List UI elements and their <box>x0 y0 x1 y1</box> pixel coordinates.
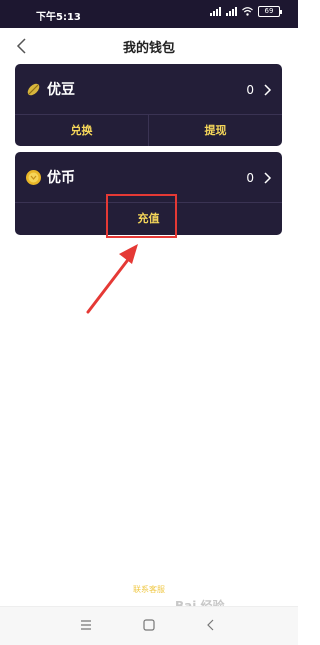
home-icon[interactable] <box>141 617 157 633</box>
youdou-amount: 0 <box>246 83 254 97</box>
arrow-annotation <box>86 244 138 314</box>
youdou-row[interactable]: 优豆 0 <box>15 64 282 114</box>
back-icon[interactable] <box>203 617 219 633</box>
status-icons: 69 <box>210 6 282 17</box>
withdraw-button[interactable]: 提现 <box>149 115 282 146</box>
chevron-right-icon <box>264 84 272 96</box>
youbi-amount: 0 <box>246 171 254 185</box>
exchange-button[interactable]: 兑换 <box>15 115 148 146</box>
coin-icon <box>26 170 41 185</box>
status-bar: 下午5:13 69 <box>0 0 298 28</box>
chevron-right-icon <box>264 172 272 184</box>
bean-icon <box>27 83 40 96</box>
page-title: 我的钱包 <box>122 41 175 56</box>
menu-icon[interactable] <box>78 617 94 633</box>
battery-level: 69 <box>264 7 274 15</box>
status-time: 下午5:13 <box>36 12 81 23</box>
highlight-box <box>106 194 177 238</box>
system-nav-bar <box>0 606 298 645</box>
youdou-label: 优豆 <box>47 82 75 98</box>
contact-support-link[interactable]: 联系客服 <box>0 584 298 595</box>
battery-icon: 69 <box>258 6 282 17</box>
nav-bar: 我的钱包 <box>0 28 298 62</box>
wifi-icon <box>242 7 253 16</box>
youdou-card: 优豆 0 兑换 提现 <box>15 64 282 146</box>
signal-icon-2 <box>226 7 237 16</box>
signal-icon <box>210 7 221 16</box>
youbi-label: 优币 <box>47 170 75 186</box>
